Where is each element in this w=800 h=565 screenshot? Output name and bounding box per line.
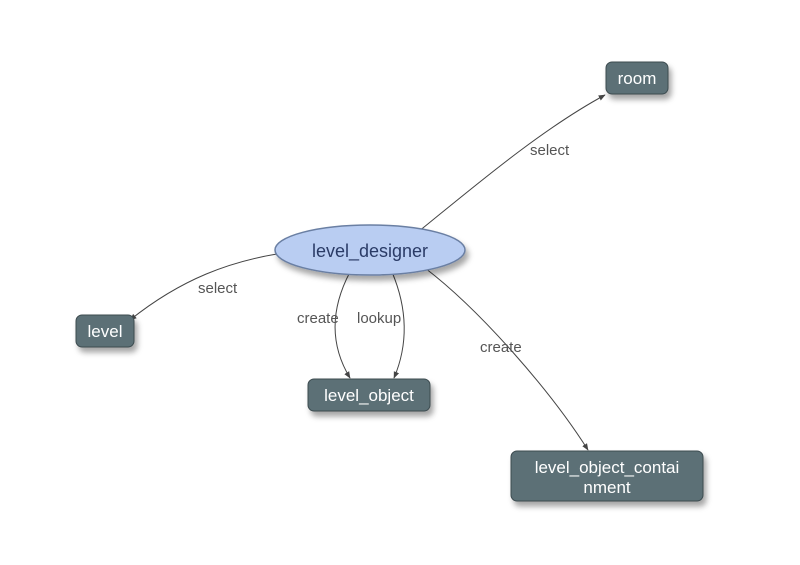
node-level-object-label: level_object <box>324 386 414 405</box>
node-loc-label-2: nment <box>583 478 631 497</box>
edge-label-create-containment: create <box>480 339 522 356</box>
node-room-label: room <box>618 69 657 88</box>
node-level[interactable]: level <box>76 315 134 347</box>
node-level-object-containment[interactable]: level_object_contai nment <box>511 451 703 501</box>
node-loc-label-1: level_object_contai <box>535 458 680 477</box>
edge-label-select-room: select <box>530 142 570 159</box>
edge-label-create-level-object: create <box>297 310 339 327</box>
diagram-canvas: select select create lookup create room … <box>0 0 800 565</box>
node-level-designer-label: level_designer <box>312 241 428 262</box>
node-level-label: level <box>88 322 123 341</box>
node-level-designer[interactable]: level_designer <box>275 225 465 275</box>
edge-label-select-level: select <box>198 280 238 297</box>
node-level-object[interactable]: level_object <box>308 379 430 411</box>
node-room[interactable]: room <box>606 62 668 94</box>
edge-select-room <box>418 95 605 232</box>
edge-create-containment <box>425 268 588 450</box>
edge-label-lookup-level-object: lookup <box>357 310 401 327</box>
